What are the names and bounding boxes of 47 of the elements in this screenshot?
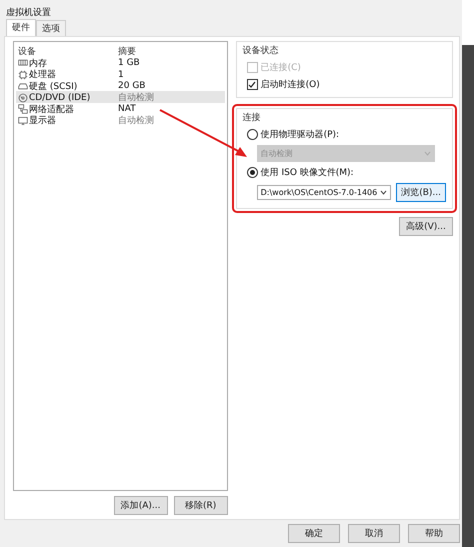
- caret-icon: [424, 151, 431, 156]
- group-title: 连接: [242, 112, 262, 124]
- device-summary: 20 GB: [118, 81, 146, 91]
- column-header: 摘要: [118, 46, 137, 58]
- device-name: 硬盘 (SCSI): [29, 80, 78, 92]
- device-name: 处理器: [29, 68, 56, 81]
- device-row[interactable]: 网络适配器 NAT: [16, 102, 225, 114]
- advanced-button[interactable]: 高级(V)...: [399, 217, 453, 236]
- device-summary: 自动检测: [118, 114, 155, 127]
- device-summary: 1: [118, 70, 125, 80]
- dialog-button[interactable]: 帮助: [408, 524, 460, 543]
- device-row[interactable]: 显示器 自动检测: [16, 114, 225, 126]
- caret-icon: [380, 190, 388, 195]
- column-header: 设备: [18, 46, 37, 58]
- device-name: 网络适配器: [29, 104, 74, 116]
- radio-button[interactable]: [246, 167, 258, 178]
- device-row[interactable]: 内存 1 GB: [16, 56, 225, 68]
- network-icon: [18, 104, 28, 114]
- monitor-icon: [18, 116, 28, 126]
- device-name: 内存: [29, 58, 47, 70]
- disc-icon: [18, 92, 28, 102]
- device-name: CD/DVD (IDE): [29, 92, 90, 102]
- radio-button[interactable]: [246, 129, 258, 140]
- device-row[interactable]: 处理器 1: [16, 68, 225, 80]
- radio-label: 使用 ISO 映像文件(M):: [260, 166, 354, 179]
- device-summary: 自动检测: [118, 92, 155, 104]
- chip-icon: [18, 70, 28, 80]
- radio-label: 使用物理驱动器(P):: [260, 128, 340, 141]
- checkbox-label: 已连接(C): [260, 62, 301, 74]
- device-summary: 1 GB: [118, 58, 141, 68]
- device-name: 显示器: [29, 114, 56, 127]
- tab[interactable]: 选项: [36, 20, 66, 36]
- dropdown[interactable]: D:\work\OS\CentOS-7.0-1406: [256, 185, 392, 200]
- list-button[interactable]: 添加(A)...: [114, 496, 168, 515]
- browse-button[interactable]: 浏览(B)...: [396, 183, 446, 202]
- checkbox[interactable]: [246, 79, 258, 90]
- device-row[interactable]: 硬盘 (SCSI) 20 GB: [16, 80, 225, 91]
- group-title: 设备状态: [242, 44, 280, 57]
- device-summary: NAT: [118, 104, 137, 114]
- list-button[interactable]: 移除(R): [174, 496, 228, 515]
- tab[interactable]: 硬件: [6, 19, 36, 36]
- dialog-button[interactable]: 确定: [288, 524, 340, 543]
- dialog-button[interactable]: 取消: [348, 524, 400, 543]
- window-title: 虚拟机设置: [5, 6, 52, 20]
- memory-icon: [18, 58, 28, 68]
- checkbox-label: 启动时连接(O): [260, 78, 320, 91]
- device-row[interactable]: CD/DVD (IDE) 自动检测: [16, 91, 225, 102]
